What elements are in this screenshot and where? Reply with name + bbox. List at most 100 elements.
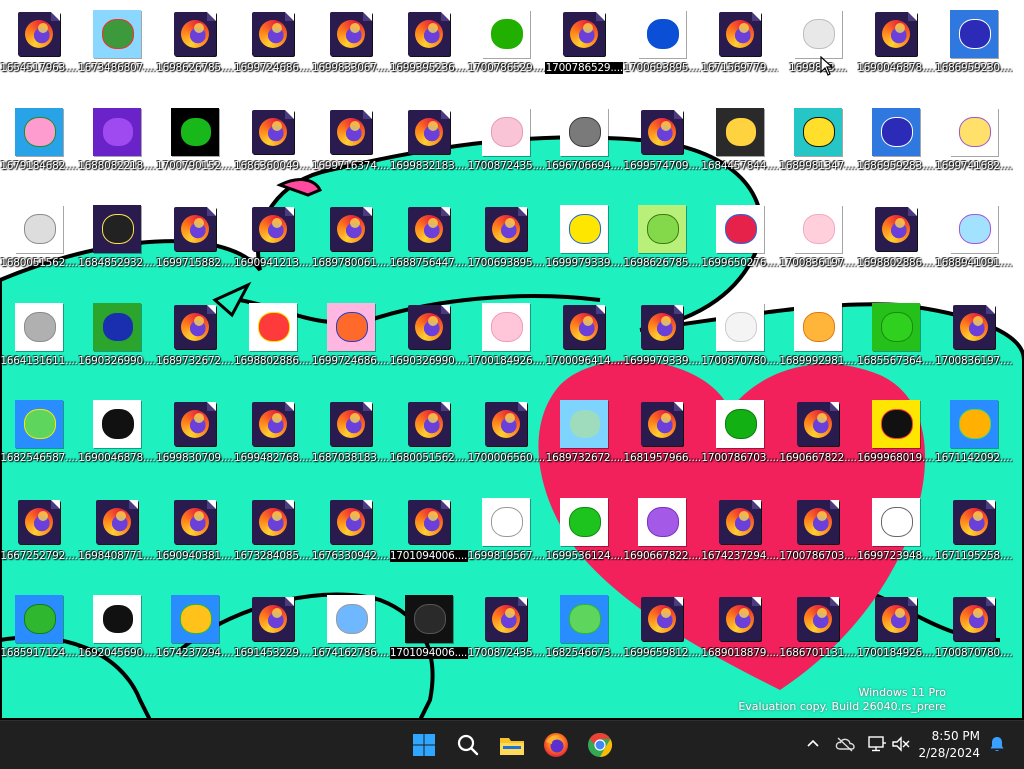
chrome-button[interactable] [584,729,616,761]
desktop-file-icon[interactable]: 1687038183.... [312,394,390,490]
desktop-file-icon[interactable]: 1690046878.... [78,394,156,490]
desktop-file-icon[interactable]: 1699650276.... [701,199,779,295]
desktop-file-icon[interactable]: 1698802886.... [234,297,312,393]
desktop-file-icon[interactable]: 1700786703.... [779,492,857,588]
desktop-file-icon[interactable]: 1676330942.... [312,492,390,588]
desktop-file-icon[interactable]: 1699659812.... [623,589,701,685]
desktop-file-icon[interactable]: 1690326990.... [390,297,468,393]
desktop-file-icon[interactable]: 1691453229.... [234,589,312,685]
desktop-file-icon[interactable]: 1667252792.... [0,492,78,588]
desktop-file-icon[interactable]: 1671569779.... [701,4,779,100]
desktop-file-icon[interactable]: 1680051562.... [390,394,468,490]
onedrive-tray-button[interactable] [834,733,856,755]
desktop-file-icon[interactable]: 1700786703.... [701,394,779,490]
desktop-file-icon[interactable]: 1689992981.... [779,297,857,393]
search-button[interactable] [452,729,484,761]
desktop-file-icon[interactable]: 1701094006.... [389,589,468,685]
start-button[interactable] [408,729,440,761]
desktop-file-icon[interactable]: 1688941091.... [935,199,1013,295]
desktop-file-icon[interactable]: 1699833.... [778,3,858,101]
desktop-file-icon[interactable]: 1699979339.... [545,199,623,295]
desktop-file-icon[interactable]: 1699830709.... [156,394,234,490]
desktop-file-icon[interactable]: 1696706694.... [545,102,623,198]
desktop-file-icon[interactable]: 1671142092.... [935,394,1013,490]
desktop-file-icon[interactable]: 1684457844.... [701,102,779,198]
desktop-file-icon[interactable]: 1700693895.... [623,4,701,100]
desktop-file-icon[interactable]: 1699482768.... [234,394,312,490]
desktop-file-icon[interactable]: 1698408771.... [78,492,156,588]
firefox-button[interactable] [540,729,572,761]
desktop-file-icon[interactable]: 1689732672.... [156,297,234,393]
desktop-file-icon[interactable]: 1690046878.... [857,4,935,100]
desktop-file-icon[interactable]: 1700786529.... [545,4,624,100]
desktop-file-icon[interactable]: 1686360049.... [234,102,312,198]
desktop-file-icon[interactable]: 1692045690.... [78,589,156,685]
desktop-file-icon[interactable]: 1699716374.... [312,102,390,198]
desktop-file-icon[interactable]: 1700872435.... [467,589,545,685]
desktop-file-icon[interactable]: 1699724686.... [312,297,390,393]
desktop-file-icon[interactable]: 1700836197.... [935,297,1013,393]
network-tray-button[interactable] [866,733,888,755]
desktop-file-icon[interactable]: 1690667822.... [623,492,701,588]
desktop-file-icon[interactable]: 1682546673.... [545,589,623,685]
desktop-file-icon[interactable]: 1699723948.... [857,492,935,588]
file-explorer-button[interactable] [496,729,528,761]
desktop-file-icon[interactable]: 1673284085.... [234,492,312,588]
desktop-file-icon[interactable]: 1682546587.... [0,394,78,490]
desktop-file-icon[interactable]: 1690326990.... [78,297,156,393]
desktop-file-icon[interactable]: 1701094006.... [389,492,468,588]
desktop-file-icon[interactable]: 1699395236.... [390,4,468,100]
desktop-file-icon[interactable]: 1699741682.... [935,102,1013,198]
desktop-file-icon[interactable]: 1689018879.... [701,589,779,685]
desktop-file-icon[interactable]: 1700786529.... [467,4,545,100]
desktop-file-icon[interactable]: 1685567364.... [857,297,935,393]
desktop-file-icon[interactable]: 1700184926.... [467,297,545,393]
desktop-file-icon[interactable]: 1700184926.... [857,589,935,685]
desktop-file-icon[interactable]: 1699724686.... [234,4,312,100]
desktop-file-icon[interactable]: 1654517963.... [0,4,78,100]
desktop-file-icon[interactable]: 1674237294.... [156,589,234,685]
desktop-file-icon[interactable]: 1684852932.... [78,199,156,295]
desktop[interactable]: 1654517963.... 1673486807.... 1698626785..… [0,0,1024,720]
desktop-file-icon[interactable]: 1671195258.... [935,492,1013,588]
desktop-file-icon[interactable]: 1664131611.... [0,297,78,393]
desktop-file-icon[interactable]: 1700790152.... [156,102,234,198]
desktop-file-icon[interactable]: 1690667822.... [779,394,857,490]
desktop-file-icon[interactable]: 1700006560.... [467,394,545,490]
desktop-file-icon[interactable]: 1689981347.... [779,102,857,198]
desktop-file-icon[interactable]: 1700693895.... [467,199,545,295]
desktop-file-icon[interactable]: 1689780061.... [312,199,390,295]
desktop-file-icon[interactable]: 1688082218.... [78,102,156,198]
taskbar-clock[interactable]: 8:50 PM 2/28/2024 [900,728,980,762]
desktop-file-icon[interactable]: 1698802886.... [857,199,935,295]
desktop-file-icon[interactable]: 1699715882.... [156,199,234,295]
desktop-file-icon[interactable]: 1690941213.... [234,199,312,295]
desktop-file-icon[interactable]: 1700836197.... [779,199,857,295]
desktop-file-icon[interactable]: 1699832183.... [390,102,468,198]
desktop-file-icon[interactable]: 1699833067.... [312,4,390,100]
show-hidden-icons-button[interactable] [802,733,824,755]
desktop-file-icon[interactable]: 1685917124.... [0,589,78,685]
desktop-file-icon[interactable]: 1699574709.... [623,102,701,198]
desktop-file-icon[interactable]: 1699819567.... [467,492,545,588]
desktop-file-icon[interactable]: 1698626785.... [156,4,234,100]
desktop-file-icon[interactable]: 1700870780.... [935,589,1013,685]
desktop-file-icon[interactable]: 1686701131.... [779,589,857,685]
desktop-file-icon[interactable]: 1699968019.... [857,394,935,490]
desktop-file-icon[interactable]: 1699979339.... [623,297,701,393]
desktop-file-icon[interactable]: 1686959230.... [935,4,1013,100]
desktop-file-icon[interactable]: 1679184682.... [0,102,78,198]
desktop-file-icon[interactable]: 1690940381.... [156,492,234,588]
desktop-file-icon[interactable]: 1673486807.... [78,4,156,100]
notifications-button[interactable] [986,733,1008,755]
desktop-file-icon[interactable]: 1674237294.... [701,492,779,588]
desktop-file-icon[interactable]: 1700096414.... [545,297,623,393]
desktop-file-icon[interactable]: 1689732672.... [545,394,623,490]
desktop-file-icon[interactable]: 1688756447.... [390,199,468,295]
desktop-file-icon[interactable]: 1699536124.... [545,492,623,588]
desktop-file-icon[interactable]: 1700872435.... [467,102,545,198]
desktop-file-icon[interactable]: 1680051562.... [0,199,78,295]
desktop-file-icon[interactable]: 1681957966.... [623,394,701,490]
desktop-file-icon[interactable]: 1700870780.... [701,297,779,393]
desktop-file-icon[interactable]: 1698626785.... [623,199,701,295]
